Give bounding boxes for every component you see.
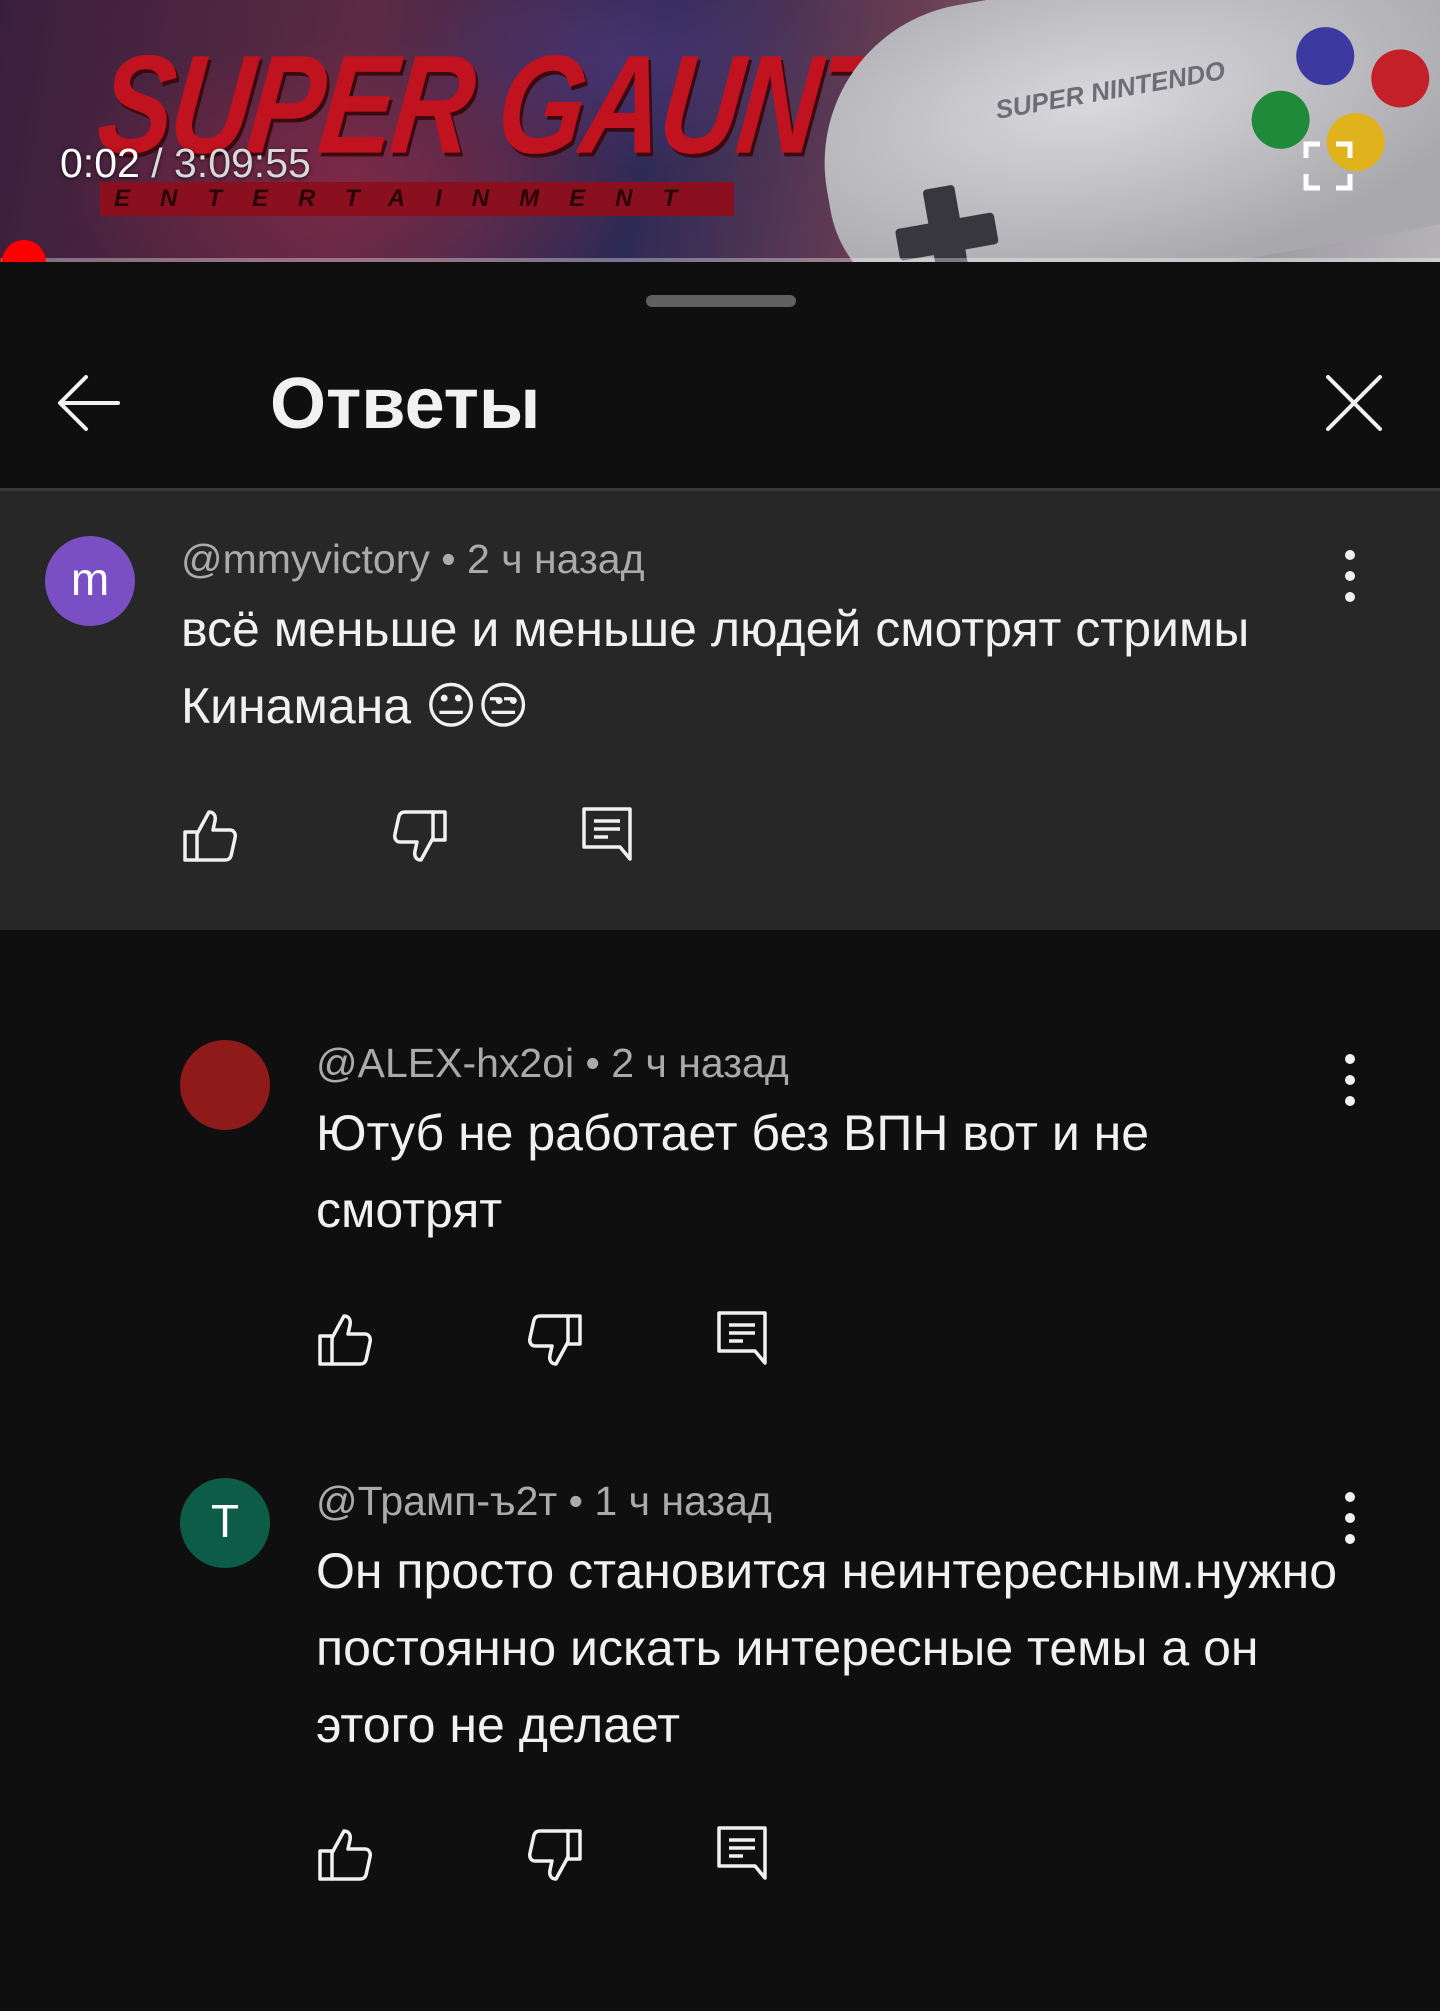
comment-meta: @Трамп-ъ2т • 1 ч назад — [316, 1478, 772, 1525]
like-button[interactable] — [315, 1310, 375, 1370]
thumbs-up-icon — [318, 1829, 372, 1881]
time-display: 0:02 / 3:09:55 — [60, 140, 311, 187]
comment-text: Ютуб не работает без ВПН вот и не смотря… — [316, 1105, 1150, 1238]
close-icon — [1326, 375, 1382, 431]
time-separator: / — [139, 140, 174, 186]
comment-author[interactable]: @mmyvictory — [181, 536, 430, 582]
dislike-button[interactable] — [525, 1310, 585, 1370]
close-button[interactable] — [1316, 365, 1392, 441]
reply-comment-icon — [717, 1826, 767, 1880]
comment-author[interactable]: @Трамп-ъ2т — [316, 1478, 557, 1524]
reply-button[interactable] — [713, 1822, 773, 1882]
controller-button-red — [1366, 44, 1434, 112]
comment-more-button[interactable] — [1330, 1045, 1370, 1115]
reply-comment-icon — [582, 807, 632, 861]
thumbs-up-icon — [183, 810, 237, 862]
reply-button[interactable] — [578, 803, 638, 863]
comment-text: Он просто становится неинтересным.нужно … — [316, 1543, 1338, 1753]
like-button[interactable] — [315, 1825, 375, 1885]
comment-meta: @ALEX-hx2oi • 2 ч назад — [316, 1040, 789, 1087]
comment-text: всё меньше и меньше людей смотрят стримы… — [181, 601, 1250, 734]
thumbs-down-icon — [528, 1829, 582, 1881]
meta-dot: • — [441, 536, 468, 582]
comment-meta: @mmyvictory • 2 ч назад — [181, 536, 645, 583]
arrow-left-icon — [58, 375, 120, 431]
drag-handle[interactable] — [646, 295, 796, 307]
comment-time: 1 ч назад — [594, 1478, 772, 1524]
progress-track[interactable] — [0, 258, 1440, 262]
controller-logo: SUPER NINTENDO — [993, 54, 1228, 125]
thumbs-down-icon — [528, 1314, 582, 1366]
reply-comment-icon — [717, 1311, 767, 1365]
fullscreen-icon — [1303, 141, 1353, 191]
fullscreen-button[interactable] — [1298, 136, 1358, 196]
progress-scrubber[interactable] — [2, 240, 46, 262]
thumbnail-subtitle-art: ENTERTAINMENT SYSTEM — [100, 182, 734, 216]
controller-button-blue — [1291, 22, 1359, 90]
replies-sheet: Ответы m @mmyvictory • 2 ч назад всё мен… — [0, 265, 1440, 2011]
video-player[interactable]: SUPER GAUNTLET ENTERTAINMENT SYSTEM SUPE… — [0, 0, 1440, 262]
dislike-button[interactable] — [525, 1825, 585, 1885]
reply-button[interactable] — [713, 1307, 773, 1367]
sheet-header: Ответы — [0, 325, 1440, 485]
avatar[interactable]: m — [45, 536, 135, 626]
thumbs-up-icon — [318, 1314, 372, 1366]
controller-artwork: SUPER NINTENDO — [799, 0, 1440, 262]
meta-dot: • — [568, 1478, 595, 1524]
comment-author[interactable]: @ALEX-hx2oi — [316, 1040, 574, 1086]
sheet-title: Ответы — [270, 364, 541, 444]
duration: 3:09:55 — [174, 140, 311, 186]
meta-dot: • — [585, 1040, 612, 1086]
comment-time: 2 ч назад — [611, 1040, 789, 1086]
current-time: 0:02 — [60, 140, 140, 186]
dislike-button[interactable] — [390, 806, 450, 866]
avatar[interactable]: T — [180, 1478, 270, 1568]
comment-time: 2 ч назад — [467, 536, 645, 582]
like-button[interactable] — [180, 806, 240, 866]
avatar[interactable] — [180, 1040, 270, 1130]
thumbs-down-icon — [393, 810, 447, 862]
more-vertical-icon — [1345, 1054, 1355, 1106]
reply-comment: @ALEX-hx2oi • 2 ч назад Ютуб не работает… — [0, 930, 1440, 1367]
reply-comment: T @Трамп-ъ2т • 1 ч назад Он просто стано… — [0, 1365, 1440, 1885]
back-button[interactable] — [52, 365, 128, 441]
parent-comment: m @mmyvictory • 2 ч назад всё меньше и м… — [0, 491, 1440, 930]
